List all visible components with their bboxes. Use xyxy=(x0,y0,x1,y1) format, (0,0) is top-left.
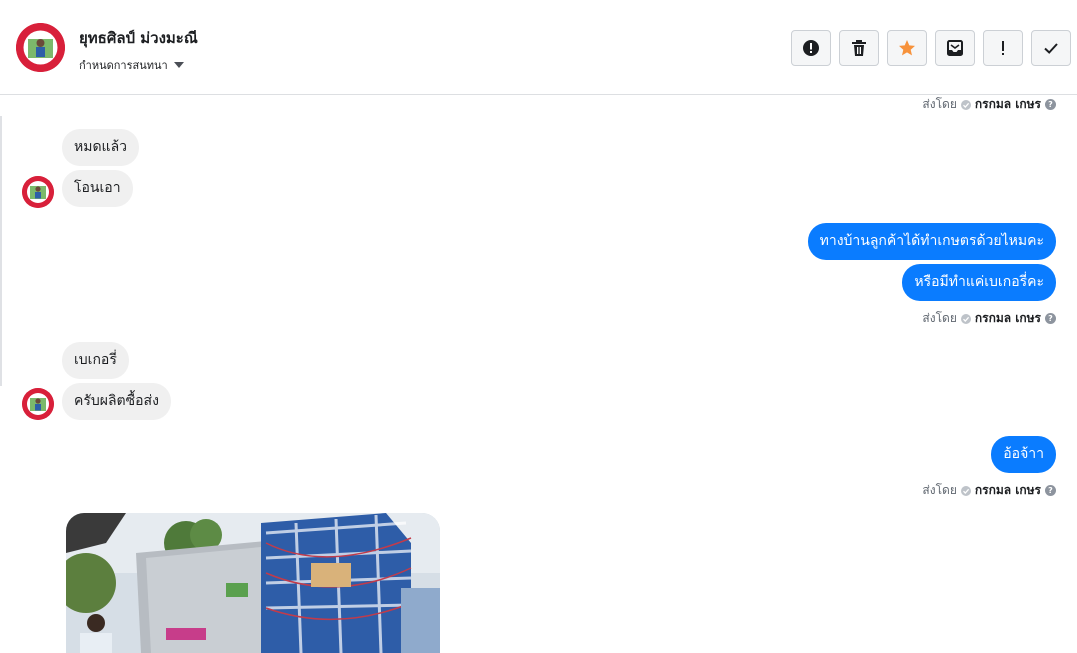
sent-by-label: ส่งโดย กรกมล เกษร ? xyxy=(922,95,1056,114)
mark-important-button[interactable] xyxy=(983,30,1023,66)
conversation-settings-dropdown[interactable]: กำหนดการสนทนา xyxy=(79,56,184,74)
exclamation-icon xyxy=(1002,41,1004,55)
sent-by-prefix: ส่งโดย xyxy=(922,97,957,111)
seen-check-icon xyxy=(960,485,971,496)
incoming-message[interactable]: โอนเอา xyxy=(62,170,133,207)
help-icon[interactable]: ? xyxy=(1045,99,1056,110)
seen-check-icon xyxy=(960,313,971,324)
outgoing-message[interactable]: ทางบ้านลูกค้าได้ทำเกษตรด้วยไหมคะ xyxy=(807,223,1056,260)
mark-spam-button[interactable] xyxy=(791,30,831,66)
seen-check-icon xyxy=(960,99,971,110)
contact-name[interactable]: ยุทธศิลป์ ม่วงมะณี xyxy=(79,26,198,50)
help-icon[interactable]: ? xyxy=(1045,313,1056,324)
incoming-message[interactable]: เบเกอรี่ xyxy=(62,342,129,379)
outgoing-message[interactable]: หรือมีทำแค่เบเกอรี่คะ xyxy=(902,264,1056,301)
spam-icon xyxy=(803,40,819,56)
sent-by-prefix: ส่งโดย xyxy=(922,311,957,325)
message-thread[interactable]: ส่งโดย กรกมล เกษร ? หมดแล้ว โอนเอา ทางบ้… xyxy=(0,95,1077,653)
incoming-photo[interactable] xyxy=(66,513,440,653)
conversation-settings-label: กำหนดการสนทนา xyxy=(79,59,168,72)
outgoing-message[interactable]: อ้อจ้าา xyxy=(991,436,1056,473)
trash-icon xyxy=(852,40,866,56)
sent-by-prefix: ส่งโดย xyxy=(922,483,957,497)
help-icon[interactable]: ? xyxy=(1045,485,1056,496)
archive-icon xyxy=(947,40,963,56)
archive-button[interactable] xyxy=(935,30,975,66)
sender-name[interactable]: กรกมล เกษร xyxy=(975,309,1041,328)
sender-name[interactable]: กรกมล เกษร xyxy=(975,481,1041,500)
contact-avatar[interactable] xyxy=(16,23,65,72)
conversation-header: ยุทธศิลป์ ม่วงมะณี กำหนดการสนทนา xyxy=(0,0,1077,95)
sender-name[interactable]: กรกมล เกษร xyxy=(975,95,1041,114)
mark-done-button[interactable] xyxy=(1031,30,1071,66)
check-icon xyxy=(1044,43,1058,54)
sent-by-label: ส่งโดย กรกมล เกษร ? xyxy=(922,309,1056,328)
incoming-message[interactable]: หมดแล้ว xyxy=(62,129,140,166)
contact-avatar-small xyxy=(22,388,54,420)
contact-avatar-small xyxy=(22,176,54,208)
incoming-message[interactable]: ครับผลิตซื้อส่ง xyxy=(62,383,171,420)
sent-by-label: ส่งโดย กรกมล เกษร ? xyxy=(922,481,1056,500)
conversation-toolbar xyxy=(791,30,1071,66)
star-button[interactable] xyxy=(887,30,927,66)
chevron-down-icon xyxy=(173,62,184,68)
star-icon xyxy=(899,40,915,56)
delete-button[interactable] xyxy=(839,30,879,66)
